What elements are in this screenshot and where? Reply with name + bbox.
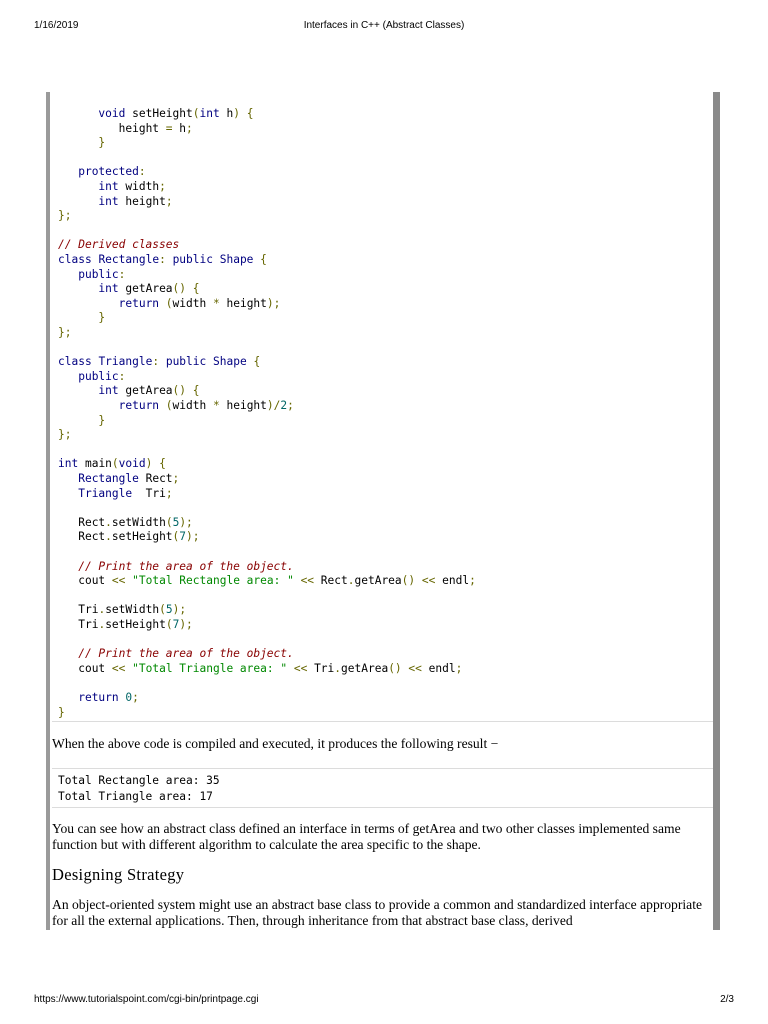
code-line: Tri.setHeight(7); xyxy=(78,618,193,631)
code-line: }; xyxy=(58,326,72,339)
code-line: }; xyxy=(58,209,72,223)
code-line: int height; xyxy=(98,194,173,208)
code-line: Rect.setWidth(5); xyxy=(78,515,193,529)
code-line: protected: xyxy=(78,165,146,179)
code-line: return (width * height)/2; xyxy=(118,399,294,412)
code-line: int getArea() { xyxy=(98,282,200,296)
code-line: cout << "Total Rectangle area: " << Rect… xyxy=(78,574,476,588)
explanation-paragraph: You can see how an abstract class define… xyxy=(52,821,681,852)
footer-url[interactable]: https://www.tutorialspoint.com/cgi-bin/p… xyxy=(34,994,259,1005)
code-line: class Rectangle: public Shape { xyxy=(58,253,267,266)
section-heading: Designing Strategy xyxy=(52,865,185,884)
code-line: int getArea() { xyxy=(98,384,200,398)
output-block: Total Rectangle area: 35 Total Triangle a… xyxy=(52,768,713,808)
code-line: } xyxy=(98,413,106,427)
output-line: Total Triangle area: 17 xyxy=(58,790,213,803)
code-line: Rectangle Rect; xyxy=(78,472,180,485)
code-line: cout << "Total Triangle area: " << Tri.g… xyxy=(78,661,463,675)
page-number: 2/3 xyxy=(720,994,734,1005)
code-line: // Derived classes xyxy=(58,238,180,252)
code-line: return (width * height); xyxy=(118,296,281,310)
code-line: height = h; xyxy=(118,121,193,135)
code-line: } xyxy=(98,311,106,325)
code-line: Tri.setWidth(5); xyxy=(78,603,187,617)
code-line: return 0; xyxy=(78,691,139,704)
page-title: Interfaces in C++ (Abstract Classes) xyxy=(303,20,465,31)
result-intro-text: When the above code is compiled and exec… xyxy=(52,736,499,751)
code-line: } xyxy=(58,705,65,719)
code-line: } xyxy=(98,136,106,150)
code-line: int main(void) { xyxy=(58,457,166,471)
code-line: Rect.setHeight(7); xyxy=(78,530,200,544)
code-line: public: xyxy=(78,369,126,383)
left-scrollbar-edge xyxy=(46,92,50,930)
code-line: }; xyxy=(58,428,72,442)
code-line: public: xyxy=(78,267,126,281)
code-line: class Triangle: public Shape { xyxy=(58,355,261,369)
code-line: // Print the area of the object. xyxy=(78,647,294,661)
code-line: int width; xyxy=(98,180,166,193)
code-block: void setHeight(int h) { height = h; } pr… xyxy=(52,98,713,722)
section-paragraph: An object-oriented system might use an a… xyxy=(52,897,703,928)
code-line: Triangle Tri; xyxy=(78,486,173,500)
right-scrollbar[interactable] xyxy=(713,92,720,930)
output-line: Total Rectangle area: 35 xyxy=(58,774,220,787)
code-line: // Print the area of the object. xyxy=(78,559,294,573)
code-line: void setHeight(int h) { xyxy=(98,107,254,120)
